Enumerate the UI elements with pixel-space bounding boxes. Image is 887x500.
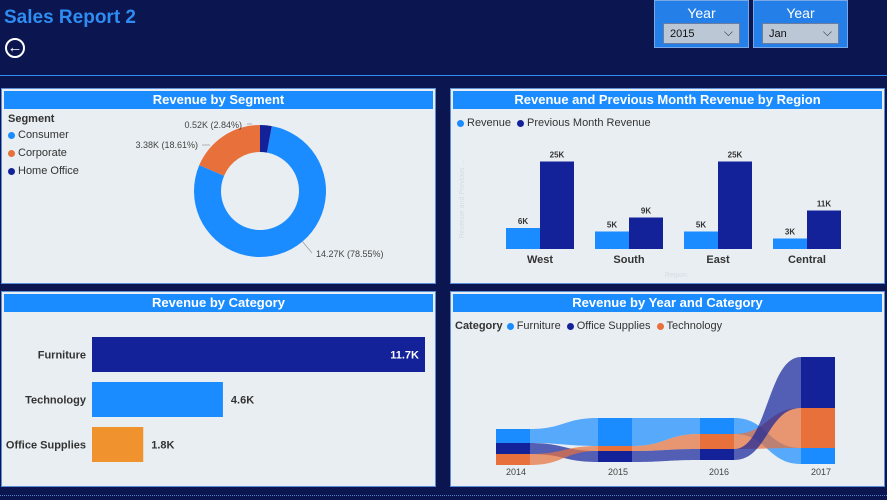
bar-east-revenue[interactable] (684, 231, 718, 250)
x-tick-label: 2017 (811, 467, 831, 477)
bar-south-revenue[interactable] (595, 231, 629, 250)
chevron-down-icon: ⌵ (822, 25, 832, 39)
header-divider (0, 75, 887, 76)
bar-west-revenue[interactable] (506, 228, 540, 249)
leader-line (301, 240, 313, 254)
bar-data-label: 6K (518, 217, 528, 226)
ribbon-block-technology[interactable] (700, 434, 734, 449)
ribbon-block-technology[interactable] (496, 454, 530, 465)
x-axis-label: Region (665, 272, 687, 279)
y-axis-label: Revenue and Previous ... (459, 160, 466, 239)
donut-slice-corporate[interactable] (199, 125, 260, 176)
bar-data-label: 5K (607, 221, 617, 230)
ribbon-block-office-supplies[interactable] (801, 357, 835, 408)
bar-data-label: 25K (728, 151, 743, 160)
slice-label-home-office: 0.52K (2.84%) (184, 120, 242, 130)
bar-data-label: 25K (550, 151, 565, 160)
footer-divider (0, 495, 887, 497)
category-panel: Revenue by Category Furniture 11.7K Techno… (1, 291, 436, 487)
chevron-down-icon: ⌵ (723, 25, 733, 39)
month-dropdown-value: Jan (769, 28, 787, 40)
ribbon-block-furniture[interactable] (801, 448, 835, 464)
x-tick-label: 2015 (608, 467, 628, 477)
bar-data-label: 11K (817, 200, 831, 209)
bar-central-revenue[interactable] (773, 238, 807, 250)
bar-technology[interactable] (92, 382, 223, 417)
year-dropdown-value: 2015 (670, 28, 695, 40)
ribbon-office-supplies[interactable] (632, 449, 700, 462)
x-tick-label: West (527, 254, 553, 266)
ribbon-block-office-supplies[interactable] (496, 443, 530, 454)
ribbon-block-furniture[interactable] (598, 418, 632, 446)
ribbon-block-furniture[interactable] (700, 418, 734, 434)
ribbon-block-furniture[interactable] (496, 429, 530, 443)
ribbon-block-technology[interactable] (801, 408, 835, 448)
x-tick-label: East (706, 254, 730, 266)
month-dropdown[interactable]: Jan ⌵ (762, 23, 839, 44)
slice-label-corporate: 3.38K (18.61%) (135, 140, 198, 150)
year-slicer-label: Year (687, 5, 716, 21)
category-label: Office Supplies (6, 440, 86, 452)
ribbon-furniture[interactable] (530, 418, 598, 446)
bar-west-previous[interactable] (540, 161, 574, 250)
ribbon-block-technology[interactable] (598, 446, 632, 451)
bar-data-label: 1.8K (151, 440, 174, 452)
x-tick-label: 2014 (506, 467, 526, 477)
year-category-panel: Revenue by Year and Category Category Fu… (450, 291, 885, 487)
slice-label-consumer: 14.27K (78.55%) (316, 249, 384, 259)
ribbon-block-office-supplies[interactable] (700, 449, 734, 460)
segment-panel: Revenue by Segment Segment Consumer Corp… (1, 88, 436, 284)
year-dropdown[interactable]: 2015 ⌵ (663, 23, 740, 44)
bar-data-label: 11.7K (390, 350, 419, 362)
year-slicer: Year 2015 ⌵ (654, 0, 749, 48)
bar-office-supplies[interactable] (92, 427, 144, 462)
category-bar-chart: Furniture 11.7K Technology 4.6K Office Suppl… (6, 337, 425, 462)
bar-data-label: 5K (696, 221, 706, 230)
month-slicer-label: Year (786, 5, 815, 21)
month-slicer: Year Jan ⌵ (753, 0, 848, 48)
ribbon-block-office-supplies[interactable] (598, 451, 632, 462)
x-tick-label: 2016 (709, 467, 729, 477)
bar-data-label: 4.6K (231, 395, 254, 407)
ribbon-chart: 2014 2015 2016 2017 (496, 357, 835, 477)
x-tick-label: South (613, 254, 644, 266)
x-tick-label: Central (788, 254, 826, 266)
bar-furniture[interactable] (92, 337, 425, 372)
category-label: Furniture (38, 350, 86, 362)
page-title: Sales Report 2 (4, 7, 136, 28)
category-label: Technology (25, 395, 87, 407)
segment-donut-chart: 0.52K (2.84%) 3.38K (18.61%) 14.27K (78.… (135, 120, 384, 259)
back-arrow-icon[interactable]: ← (5, 38, 25, 58)
region-bar-chart: Revenue and Previous ... Region 6K 25K Wes… (459, 151, 841, 279)
bar-data-label: 9K (641, 207, 651, 216)
bar-east-previous[interactable] (718, 161, 752, 250)
region-panel: Revenue and Previous Month Revenue by Re… (450, 88, 885, 284)
bar-south-previous[interactable] (629, 217, 663, 250)
bar-central-previous[interactable] (807, 210, 841, 250)
bar-data-label: 3K (785, 228, 795, 237)
